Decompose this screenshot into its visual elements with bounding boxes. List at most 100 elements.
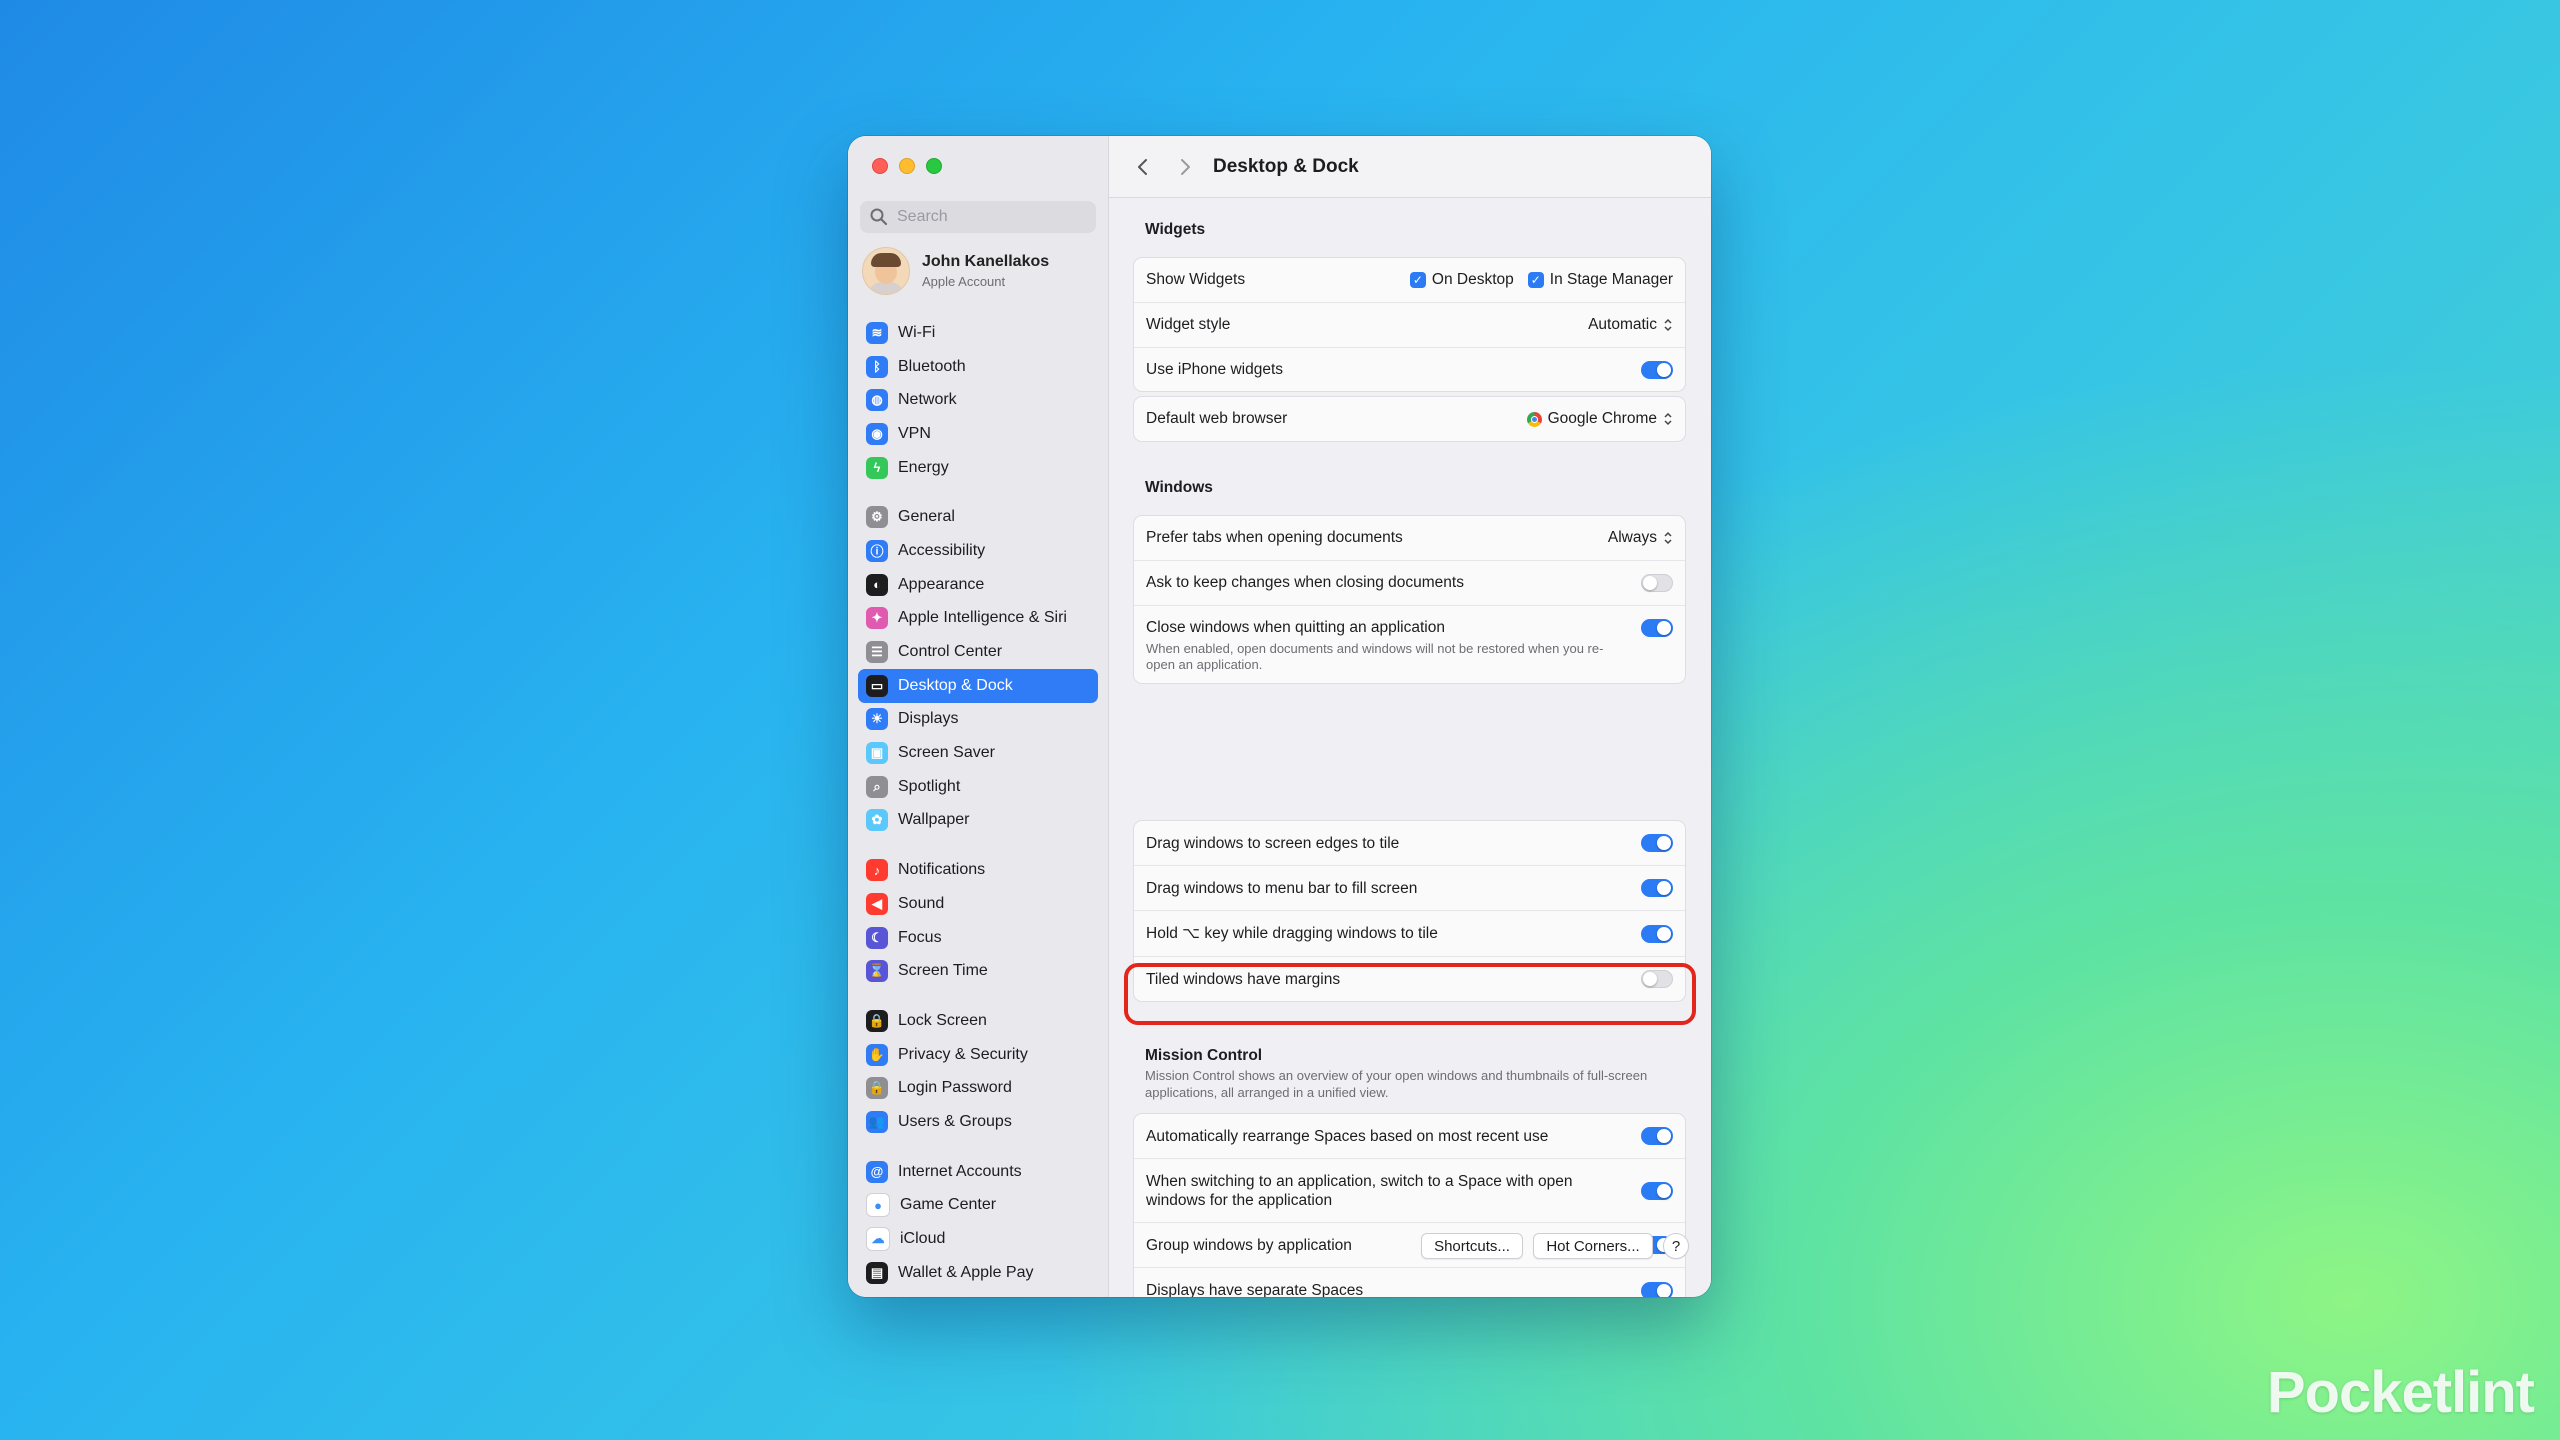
hot-corners-button[interactable]: Hot Corners... [1533,1233,1653,1259]
displays-icon: ☀ [866,708,888,731]
setting-toggle[interactable] [1641,879,1673,897]
ask-keep-changes-toggle[interactable] [1641,574,1673,592]
sidebar-item-label: Privacy & Security [898,1045,1028,1063]
sidebar-item-login-password[interactable]: 🔒 Login Password [858,1071,1098,1105]
sidebar-item-screen-saver[interactable]: ▣ Screen Saver [858,736,1098,770]
sidebar-group: ♪ Notifications ◀ Sound ☾ Focus ⌛ Screen Time [858,853,1098,988]
sidebar-item-wi-fi[interactable]: ≋ Wi-Fi [858,316,1098,350]
back-button[interactable] [1133,157,1153,177]
default-browser-row: Default web browser Google Chrome [1134,397,1685,441]
sidebar-item-label: Desktop & Dock [898,676,1013,694]
siri-icon: ✦ [866,607,888,630]
spotlight-icon: ⌕ [866,775,888,798]
sidebar-item-label: Lock Screen [898,1011,987,1029]
ask-keep-changes-label: Ask to keep changes when closing documen… [1146,574,1464,591]
sidebar-item-apple-intelligence-siri[interactable]: ✦ Apple Intelligence & Siri [858,602,1098,636]
setting-toggle[interactable] [1641,1281,1673,1297]
setting-row: Hold ⌥ key while dragging windows to til… [1134,910,1685,956]
sidebar-item-internet-accounts[interactable]: @ Internet Accounts [858,1155,1098,1189]
setting-row: When switching to an application, switch… [1134,1158,1685,1222]
default-browser-popup[interactable]: Google Chrome [1526,410,1673,428]
sidebar-item-label: Internet Accounts [898,1162,1022,1180]
sidebar-item-control-center[interactable]: ☰ Control Center [858,635,1098,669]
prefer-tabs-popup[interactable]: Always [1608,529,1673,547]
sidebar-item-displays[interactable]: ☀ Displays [858,703,1098,737]
sidebar-item-spotlight[interactable]: ⌕ Spotlight [858,770,1098,804]
sidebar-item-lock-screen[interactable]: 🔒 Lock Screen [858,1004,1098,1038]
in-stage-manager-checkbox[interactable]: ✓ In Stage Manager [1527,271,1673,289]
widget-style-row: Widget style Automatic [1134,302,1685,347]
sidebar-item-game-center[interactable]: ● Game Center [858,1189,1098,1223]
shortcuts-button[interactable]: Shortcuts... [1421,1233,1523,1259]
setting-toggle[interactable] [1641,1181,1673,1200]
sidebar-item-sound[interactable]: ◀ Sound [858,887,1098,921]
use-iphone-widgets-toggle[interactable] [1641,360,1673,379]
chevron-left-icon [1138,158,1147,175]
setting-toggle[interactable] [1641,834,1673,852]
sidebar-item-appearance[interactable]: ◐ Appearance [858,568,1098,602]
minimize-window-button[interactable] [899,158,915,174]
sidebar-item-accessibility[interactable]: ⓘ Accessibility [858,534,1098,568]
widget-style-value: Automatic [1588,316,1657,333]
sidebar-item-label: Screen Time [898,962,988,980]
sidebar-item-notifications[interactable]: ♪ Notifications [858,853,1098,887]
help-button[interactable]: ? [1663,1233,1689,1259]
sidebar-item-label: Control Center [898,643,1003,661]
dock-icon: ▭ [866,674,888,697]
zoom-window-button[interactable] [926,158,942,174]
updown-chevron-icon [1664,412,1672,426]
checkmark-icon: ✓ [1527,272,1544,288]
widget-style-popup[interactable]: Automatic [1588,316,1673,334]
close-window-button[interactable] [872,158,888,174]
sidebar-item-label: Appearance [898,575,985,593]
updown-chevron-icon [1664,318,1672,332]
close-windows-toggle[interactable] [1641,619,1673,637]
show-widgets-label: Show Widgets [1146,271,1246,288]
sidebar: John Kanellakos Apple Account ≋ Wi-Fi ᛒ Blu… [848,136,1109,1297]
sidebar-item-bluetooth[interactable]: ᛒ Bluetooth [858,350,1098,384]
search-input[interactable] [895,207,1089,227]
sidebar-item-focus[interactable]: ☾ Focus [858,921,1098,955]
main-pane: Desktop & Dock Widgets Show Widgets ✓ On… [1109,136,1711,1297]
setting-label: When switching to an application, switch… [1146,1172,1573,1209]
windows-header: Windows [1145,479,1213,496]
sidebar-item-label: Apple Intelligence & Siri [898,609,1067,627]
widget-style-label: Widget style [1146,316,1231,333]
sidebar-item-general[interactable]: ⚙ General [858,500,1098,534]
mission-control-header: Mission Control [1145,1047,1263,1064]
sidebar-item-vpn[interactable]: ◉ VPN [858,417,1098,451]
sidebar-item-network[interactable]: ◍ Network [858,383,1098,417]
sidebar-item-privacy-security[interactable]: ✋ Privacy & Security [858,1038,1098,1072]
sidebar-item-wallet-apple-pay[interactable]: ▤ Wallet & Apple Pay [858,1256,1098,1290]
sidebar-item-screen-time[interactable]: ⌛ Screen Time [858,954,1098,988]
setting-row: Displays have separate Spaces [1134,1267,1685,1297]
energy-icon: ϟ [866,456,888,479]
ask-keep-changes-row: Ask to keep changes when closing documen… [1134,560,1685,605]
setting-toggle[interactable] [1641,1127,1673,1145]
setting-toggle[interactable] [1641,924,1673,943]
search-field[interactable] [860,201,1096,233]
focus-icon: ☾ [866,926,888,949]
bluetooth-icon: ᛒ [866,355,888,378]
sidebar-item-energy[interactable]: ϟ Energy [858,451,1098,485]
toolbar: Desktop & Dock [1109,136,1711,198]
sidebar-item-label: Energy [898,458,949,476]
apple-account[interactable]: John Kanellakos Apple Account [862,246,1049,296]
mission-control-group: Automatically rearrange Spaces based on … [1133,1113,1686,1297]
on-desktop-checkbox[interactable]: ✓ On Desktop [1409,271,1514,289]
forward-button[interactable] [1175,157,1195,177]
setting-label: Drag windows to menu bar to fill screen [1146,879,1418,897]
avatar [862,247,910,295]
sidebar-item-desktop-dock[interactable]: ▭ Desktop & Dock [858,668,1098,703]
sidebar-item-wallpaper[interactable]: ✿ Wallpaper [858,804,1098,838]
sidebar-item-label: Network [898,391,957,409]
sidebar-item-label: Sound [898,894,945,912]
sidebar-item-icloud[interactable]: ☁ iCloud [858,1222,1098,1256]
sidebar-item-users-groups[interactable]: 👥 Users & Groups [858,1105,1098,1139]
setting-label: Automatically rearrange Spaces based on … [1146,1127,1549,1145]
in-stage-manager-label: In Stage Manager [1549,271,1673,288]
setting-row: Drag windows to menu bar to fill screen [1134,865,1685,910]
sidebar-item-label: Wi-Fi [898,323,936,341]
prefer-tabs-label: Prefer tabs when opening documents [1146,529,1403,546]
checkmark-icon: ✓ [1409,272,1426,288]
